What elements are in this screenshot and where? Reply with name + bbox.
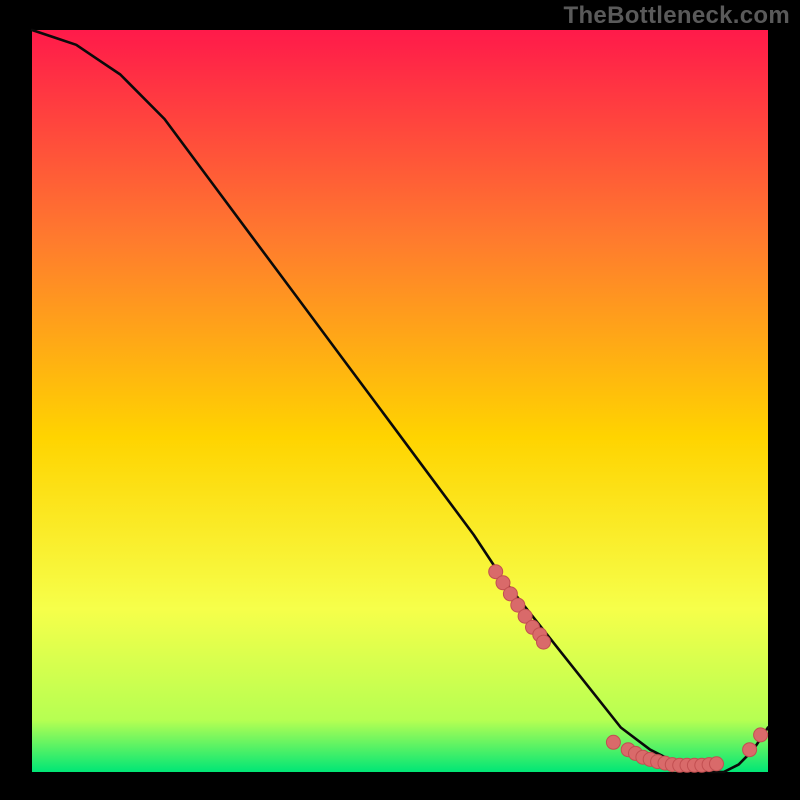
curve-marker bbox=[743, 743, 757, 757]
bottleneck-chart bbox=[0, 0, 800, 800]
watermark-text: TheBottleneck.com bbox=[564, 2, 790, 30]
curve-marker bbox=[606, 735, 620, 749]
chart-frame: TheBottleneck.com bbox=[0, 0, 800, 800]
curve-marker bbox=[537, 635, 551, 649]
curve-marker bbox=[710, 757, 724, 771]
curve-marker bbox=[754, 728, 768, 742]
plot-background bbox=[32, 30, 768, 772]
